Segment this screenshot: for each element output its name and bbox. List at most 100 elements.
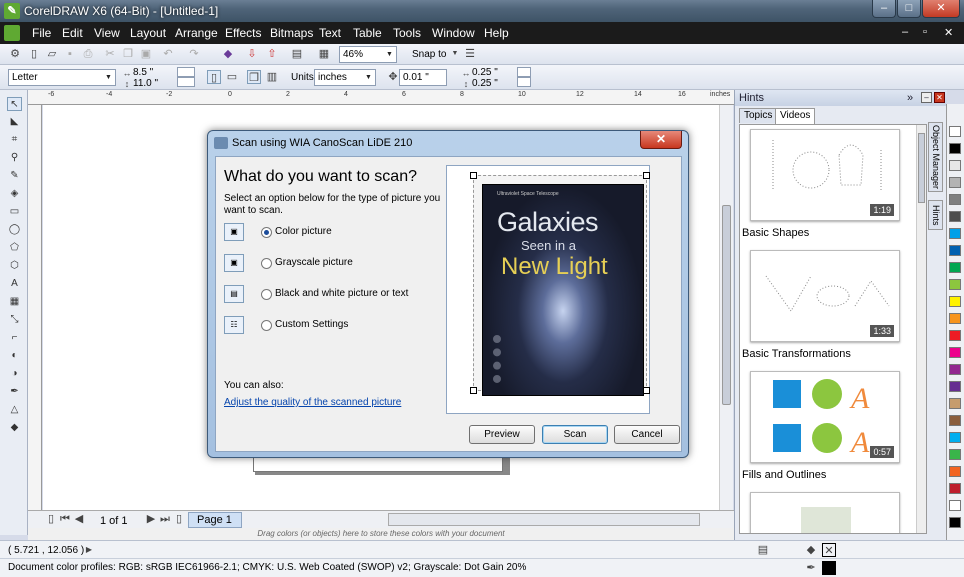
color-swatch[interactable] <box>949 415 961 426</box>
height-spinner[interactable] <box>177 77 195 87</box>
vertical-scrollbar[interactable] <box>719 105 733 510</box>
menu-help[interactable]: Help <box>484 26 509 40</box>
first-page-icon[interactable]: ⏮ <box>58 512 72 526</box>
page-size-combo[interactable]: Letter ▼ <box>8 69 116 86</box>
color-swatch[interactable] <box>949 194 961 205</box>
menu-tools[interactable]: Tools <box>393 26 421 40</box>
app-launcher-icon[interactable]: ▤ <box>290 47 304 61</box>
rectangle-tool-icon[interactable]: ▭ <box>7 205 22 219</box>
last-page-icon[interactable]: ⏭ <box>158 512 172 526</box>
zoom-tool-icon[interactable]: ⚲ <box>7 151 22 165</box>
bw-picture-radio[interactable] <box>261 289 272 300</box>
horizontal-scrollbar[interactable] <box>388 513 700 526</box>
width-spinner[interactable] <box>177 67 195 77</box>
eyedropper-tool-icon[interactable]: ✒ <box>7 385 22 399</box>
outline-tool-icon[interactable]: △ <box>7 403 22 417</box>
color-swatch[interactable] <box>949 177 961 188</box>
table-tool-icon[interactable]: ▦ <box>7 295 22 309</box>
dimension-tool-icon[interactable]: ⤡ <box>7 313 22 327</box>
collapse-icon[interactable]: » <box>907 90 913 106</box>
video-thumbnail[interactable]: 1:19 <box>750 129 900 221</box>
print-icon[interactable]: ⎙ <box>81 47 95 61</box>
fill-tool-icon[interactable]: ◆ <box>7 421 22 435</box>
coreldraw-app-icon[interactable]: ✎ <box>4 3 20 19</box>
tab-videos[interactable]: Videos <box>775 108 816 124</box>
color-swatch[interactable] <box>949 466 961 477</box>
page-height[interactable]: 11.0 " <box>133 78 158 89</box>
option-label[interactable]: Color picture <box>275 226 332 237</box>
import-icon[interactable]: ⇩ <box>245 47 259 61</box>
menu-text[interactable]: Text <box>319 26 341 40</box>
new-icon[interactable]: ▯ <box>27 47 41 61</box>
add-page-icon[interactable]: ▯ <box>172 512 186 526</box>
color-swatch[interactable] <box>949 313 961 324</box>
crop-handle[interactable] <box>470 387 477 394</box>
duplicate-x-spinner[interactable] <box>517 67 531 77</box>
tab-topics[interactable]: Topics <box>739 108 778 123</box>
snap-to-label[interactable]: Snap to <box>412 49 446 60</box>
color-profiles[interactable]: Document color profiles: RGB: sRGB IEC61… <box>8 562 526 573</box>
paste-icon[interactable]: ▣ <box>139 47 153 61</box>
color-swatch[interactable] <box>949 296 961 307</box>
crop-handle[interactable] <box>643 172 650 179</box>
color-swatch[interactable] <box>949 500 961 511</box>
scan-button[interactable]: Scan <box>542 425 608 444</box>
video-list-scrollbar[interactable] <box>916 125 926 533</box>
custom-settings-radio[interactable] <box>261 320 272 331</box>
color-swatch[interactable] <box>949 449 961 460</box>
video-thumbnail[interactable]: A A 0:57 <box>750 371 900 463</box>
duplicate-x[interactable]: 0.25 " <box>472 67 498 78</box>
adjust-quality-link[interactable]: Adjust the quality of the scanned pictur… <box>224 397 401 408</box>
crop-handle[interactable] <box>470 172 477 179</box>
search-content-icon[interactable]: ◆ <box>221 47 235 61</box>
redo-icon[interactable]: ↷ <box>187 47 201 61</box>
doc-close-button[interactable]: ✕ <box>944 26 953 39</box>
doc-minimize-button[interactable]: – <box>902 26 908 38</box>
scroll-thumb[interactable] <box>722 205 731 405</box>
color-swatch[interactable] <box>949 211 961 222</box>
page-width[interactable]: 8.5 " <box>133 67 153 78</box>
cut-icon[interactable]: ✂ <box>103 47 117 61</box>
color-swatch[interactable] <box>949 398 961 409</box>
menu-bitmaps[interactable]: Bitmaps <box>270 26 313 40</box>
duplicate-y[interactable]: 0.25 " <box>472 78 498 89</box>
zoom-combo[interactable]: 46% ▼ <box>339 46 397 63</box>
options-icon[interactable]: ☰ <box>463 47 477 61</box>
save-icon[interactable]: ▪ <box>63 47 77 61</box>
menu-window[interactable]: Window <box>432 26 475 40</box>
color-swatch[interactable] <box>949 160 961 171</box>
video-title[interactable]: Basic Transformations <box>742 348 851 360</box>
scan-area[interactable]: Ultraviolet Space Telescope Galaxies See… <box>470 172 650 396</box>
vertical-ruler[interactable] <box>28 105 42 510</box>
portrait-icon[interactable]: ▯ <box>207 70 221 84</box>
all-pages-icon[interactable]: ❐ <box>247 70 261 84</box>
preview-button[interactable]: Preview <box>469 425 535 444</box>
color-swatch[interactable] <box>949 330 961 341</box>
basic-shapes-icon[interactable]: ⬡ <box>7 259 22 273</box>
video-thumbnail[interactable]: 1:33 <box>750 250 900 342</box>
export-icon[interactable]: ⇧ <box>265 47 279 61</box>
color-swatch[interactable] <box>949 279 961 290</box>
shape-tool-icon[interactable]: ◣ <box>7 115 22 129</box>
document-icon[interactable] <box>4 25 20 41</box>
maximize-button[interactable]: □ <box>897 0 921 18</box>
color-swatch[interactable] <box>949 126 961 137</box>
color-swatch[interactable] <box>949 364 961 375</box>
option-label[interactable]: Custom Settings <box>275 319 348 330</box>
tab-hints[interactable]: Hints <box>928 200 943 230</box>
outline-status-icon[interactable]: ✒ <box>804 561 818 575</box>
document-palette-hint[interactable]: Drag colors (or objects) here to store t… <box>28 528 734 540</box>
insert-page-icon[interactable]: ▯ <box>44 512 58 526</box>
crop-tool-icon[interactable]: ⌗ <box>7 133 22 147</box>
pick-tool-icon[interactable]: ↖ <box>7 97 22 111</box>
snap-chevron-down-icon[interactable]: ▼ <box>448 47 462 61</box>
menu-effects[interactable]: Effects <box>225 26 261 40</box>
tab-object-manager[interactable]: Object Manager <box>928 122 943 192</box>
color-swatch[interactable] <box>949 432 961 443</box>
menu-edit[interactable]: Edit <box>62 26 83 40</box>
color-swatch[interactable] <box>949 483 961 494</box>
option-label[interactable]: Grayscale picture <box>275 257 353 268</box>
option-label[interactable]: Black and white picture or text <box>275 288 408 299</box>
crop-handle[interactable] <box>643 387 650 394</box>
welcome-icon[interactable]: ⚙ <box>8 47 22 61</box>
